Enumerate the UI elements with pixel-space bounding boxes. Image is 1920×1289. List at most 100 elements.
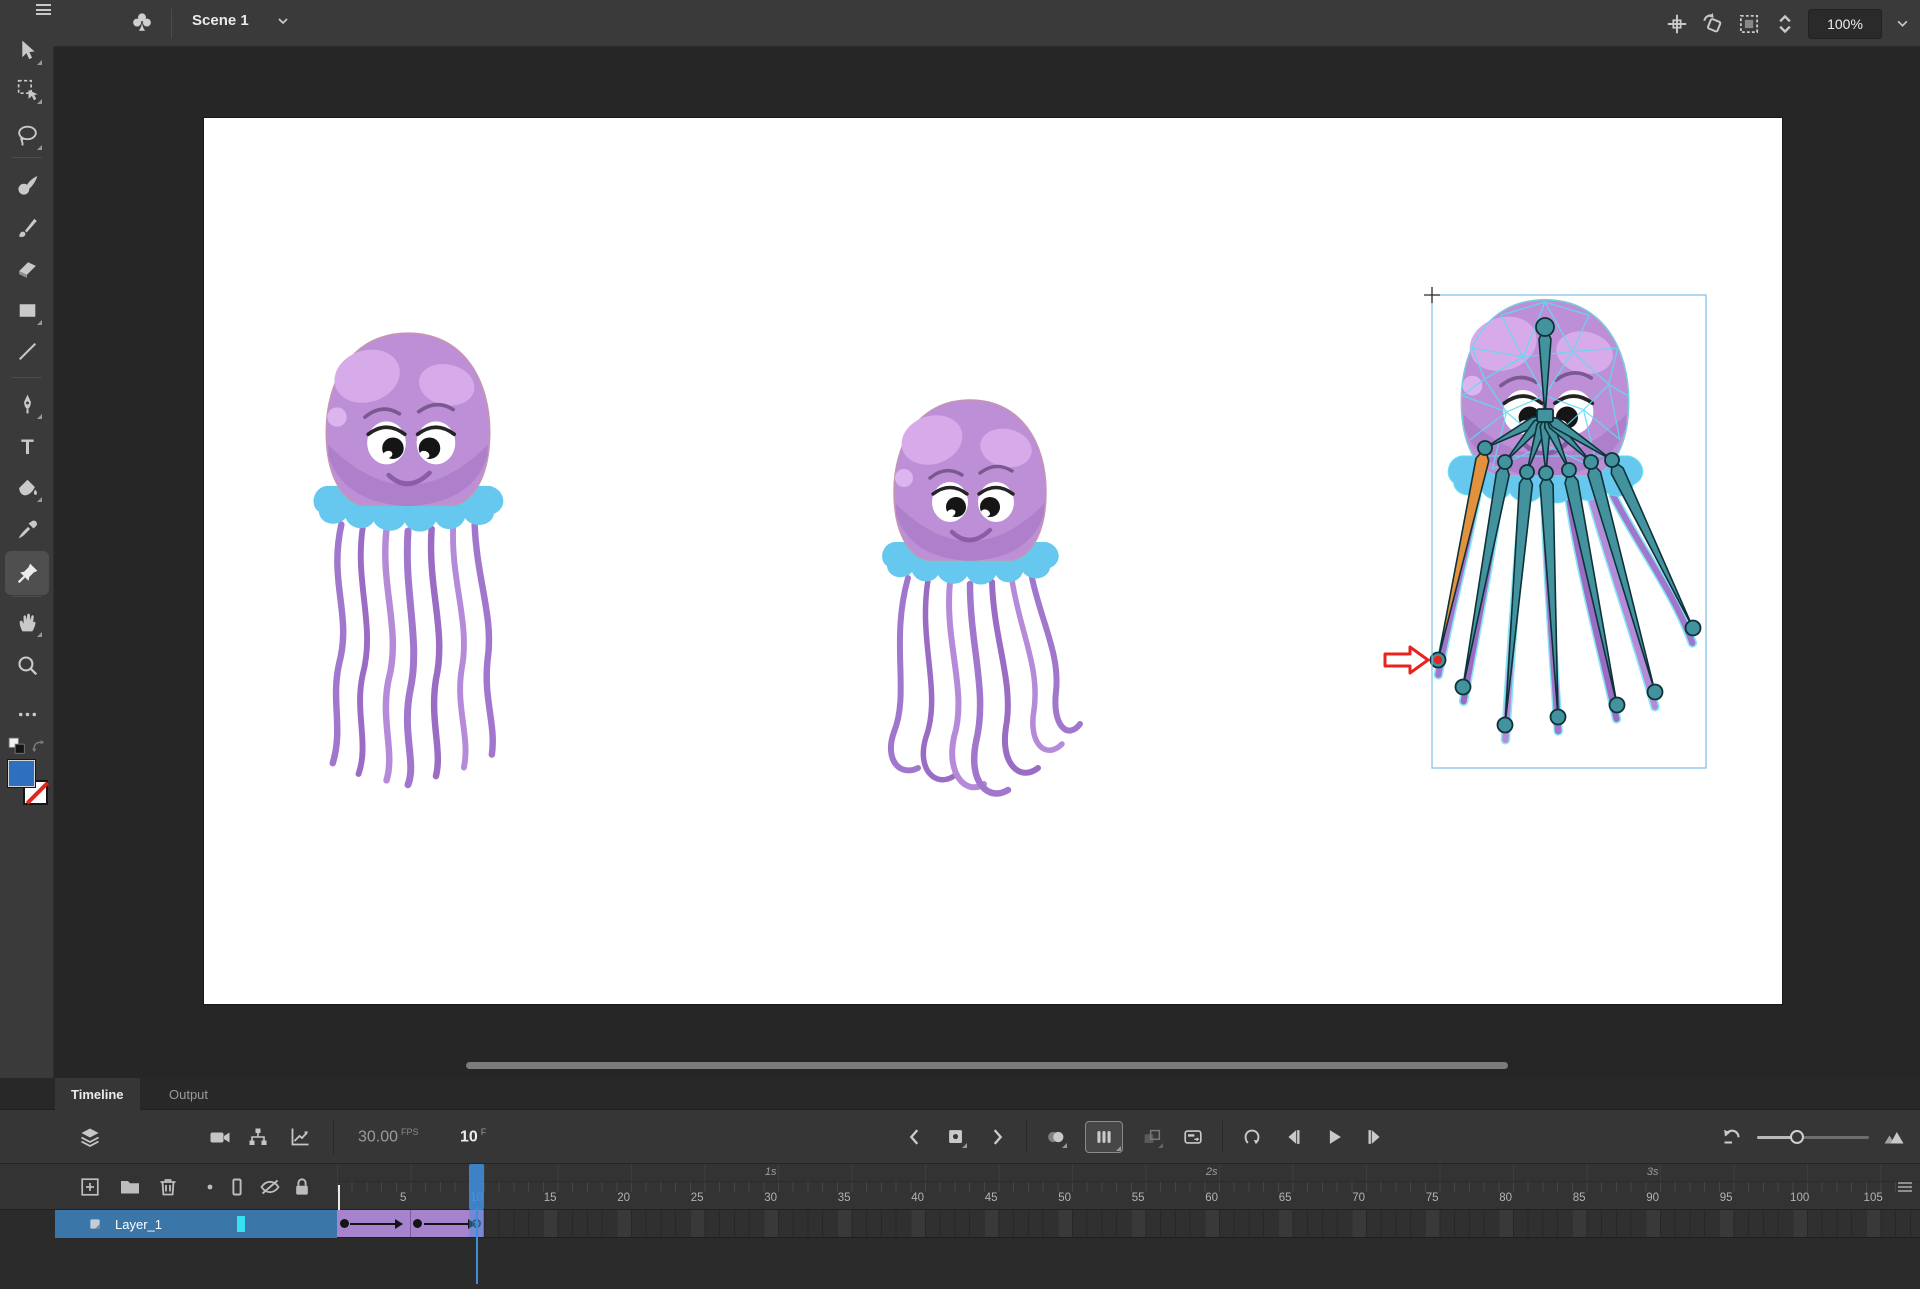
highlight-column-button[interactable] <box>198 1175 222 1199</box>
previous-keyframe-button[interactable] <box>903 1125 927 1149</box>
camera-button[interactable] <box>208 1125 232 1149</box>
swap-colors-icon[interactable] <box>30 738 47 755</box>
asset-warp-tool[interactable] <box>5 551 49 595</box>
bone-joint[interactable] <box>1456 680 1471 695</box>
fluid-brush-tool[interactable] <box>7 165 47 205</box>
bone-joint[interactable] <box>1539 466 1553 480</box>
zoom-level-input[interactable]: 100% <box>1808 9 1882 39</box>
layer-row-header[interactable]: Layer_1 <box>55 1210 337 1238</box>
onion-skin-button[interactable] <box>1044 1125 1068 1149</box>
edit-multiple-frames-button[interactable] <box>1140 1125 1164 1149</box>
zoom-tool[interactable] <box>7 645 47 685</box>
frame-ruler[interactable]: 1s2s3s 510152025303540455055606570758085… <box>337 1164 1920 1210</box>
jellyfish-pose-mid[interactable] <box>882 400 1080 793</box>
bone-joint[interactable] <box>1648 685 1663 700</box>
chevron-down-icon[interactable] <box>275 13 291 29</box>
visibility-column-button[interactable] <box>258 1175 282 1199</box>
clip-content-icon[interactable] <box>1736 11 1762 37</box>
rectangle-tool[interactable] <box>7 290 47 330</box>
line-tool[interactable] <box>7 331 47 371</box>
bone-joint[interactable] <box>1605 453 1619 467</box>
more-tools-button[interactable] <box>7 694 47 734</box>
bone-joint[interactable] <box>1584 455 1598 469</box>
insert-keyframe-button[interactable] <box>944 1125 968 1149</box>
bone-joint[interactable] <box>1686 621 1701 636</box>
frame-number: 25 <box>691 1192 704 1204</box>
zoom-stepper-icon[interactable] <box>1772 11 1798 37</box>
layer-panel-button[interactable] <box>78 1125 102 1149</box>
step-back-button[interactable] <box>1281 1125 1305 1149</box>
selected-joint-marker[interactable] <box>1434 656 1442 664</box>
eyedropper-tool[interactable] <box>7 509 47 549</box>
layer-row[interactable]: Layer_1 <box>0 1210 1920 1238</box>
frame-number: 15 <box>544 1192 557 1204</box>
default-colors-icon[interactable] <box>6 735 28 757</box>
tab-output[interactable]: Output <box>153 1078 224 1110</box>
onion-skin-outlines-button[interactable] <box>1085 1121 1123 1153</box>
selection-tool[interactable] <box>7 30 47 70</box>
horizontal-scrollbar[interactable] <box>466 1062 1508 1069</box>
new-folder-button[interactable] <box>118 1175 142 1199</box>
flyout-indicator <box>1116 1146 1121 1151</box>
outline-column-button[interactable] <box>225 1175 249 1199</box>
text-tool[interactable]: T <box>7 426 47 466</box>
pen-tool[interactable] <box>7 384 47 424</box>
rotate-stage-icon[interactable] <box>1700 11 1726 37</box>
bone-joint[interactable] <box>1551 710 1566 725</box>
current-frame-field[interactable]: 10F <box>460 1127 486 1146</box>
fps-field[interactable]: 30.00FPS <box>358 1127 419 1146</box>
bone-joint[interactable] <box>1478 441 1492 455</box>
jellyfish-rigged-selected[interactable] <box>1385 287 1706 768</box>
bone-joint[interactable] <box>1610 698 1625 713</box>
jellyfish-pose-start[interactable] <box>314 333 504 785</box>
toolbar-menu-icon[interactable] <box>36 4 51 15</box>
bone-joint[interactable] <box>1536 318 1554 336</box>
graph-editor-button[interactable] <box>288 1125 312 1149</box>
scene-breadcrumb[interactable]: Scene 1 <box>192 12 291 29</box>
pasteboard[interactable] <box>54 47 1920 1078</box>
paint-bucket-tool[interactable] <box>7 467 47 507</box>
bone-joint[interactable] <box>1498 718 1513 733</box>
hand-tool[interactable] <box>7 602 47 642</box>
layer-outline-color-swatch[interactable] <box>237 1216 245 1232</box>
lock-column-button[interactable] <box>290 1175 314 1199</box>
tab-timeline[interactable]: Timeline <box>55 1078 140 1110</box>
timeline-zoom-slider[interactable] <box>1757 1125 1869 1149</box>
snap-grid-icon[interactable] <box>1664 11 1690 37</box>
create-tween-button[interactable] <box>1181 1125 1205 1149</box>
reset-timeline-zoom-button[interactable] <box>1720 1125 1744 1149</box>
edit-scene-icon[interactable] <box>128 9 156 37</box>
bone-joint[interactable] <box>1520 465 1534 479</box>
next-keyframe-button[interactable] <box>985 1125 1009 1149</box>
bone[interactable] <box>1505 472 1532 725</box>
seconds-marker: 3s <box>1647 1166 1659 1178</box>
bone-joint[interactable] <box>1498 455 1512 469</box>
layer-parenting-button[interactable] <box>246 1125 270 1149</box>
zoom-dropdown-icon[interactable] <box>1892 9 1912 39</box>
frame-view-button[interactable] <box>1882 1125 1906 1149</box>
fill-color-swatch[interactable] <box>8 760 35 787</box>
divider <box>1026 1121 1027 1153</box>
layer-frames[interactable] <box>337 1210 1920 1238</box>
frame-number: 20 <box>617 1192 630 1204</box>
stage-canvas[interactable] <box>204 118 1782 1004</box>
slider-knob[interactable] <box>1790 1130 1804 1144</box>
toolbar-divider <box>12 377 42 378</box>
delete-layer-button[interactable] <box>156 1175 180 1199</box>
step-forward-button[interactable] <box>1363 1125 1387 1149</box>
classic-brush-tool[interactable] <box>7 207 47 247</box>
new-layer-button[interactable] <box>78 1175 102 1199</box>
panel-menu-icon[interactable] <box>1898 1182 1912 1192</box>
free-transform-tool[interactable] <box>7 69 47 109</box>
armature-hub[interactable] <box>1537 409 1553 422</box>
hand-icon <box>15 610 40 635</box>
playhead[interactable] <box>469 1164 484 1210</box>
eraser-tool[interactable] <box>7 248 47 288</box>
lasso-tool[interactable] <box>7 115 47 155</box>
keyframe-dot[interactable] <box>340 1219 349 1228</box>
layer-name[interactable]: Layer_1 <box>115 1217 162 1232</box>
bone[interactable] <box>1540 473 1558 717</box>
bone-joint[interactable] <box>1562 463 1576 477</box>
play-button[interactable] <box>1322 1125 1346 1149</box>
loop-button[interactable] <box>1240 1125 1264 1149</box>
